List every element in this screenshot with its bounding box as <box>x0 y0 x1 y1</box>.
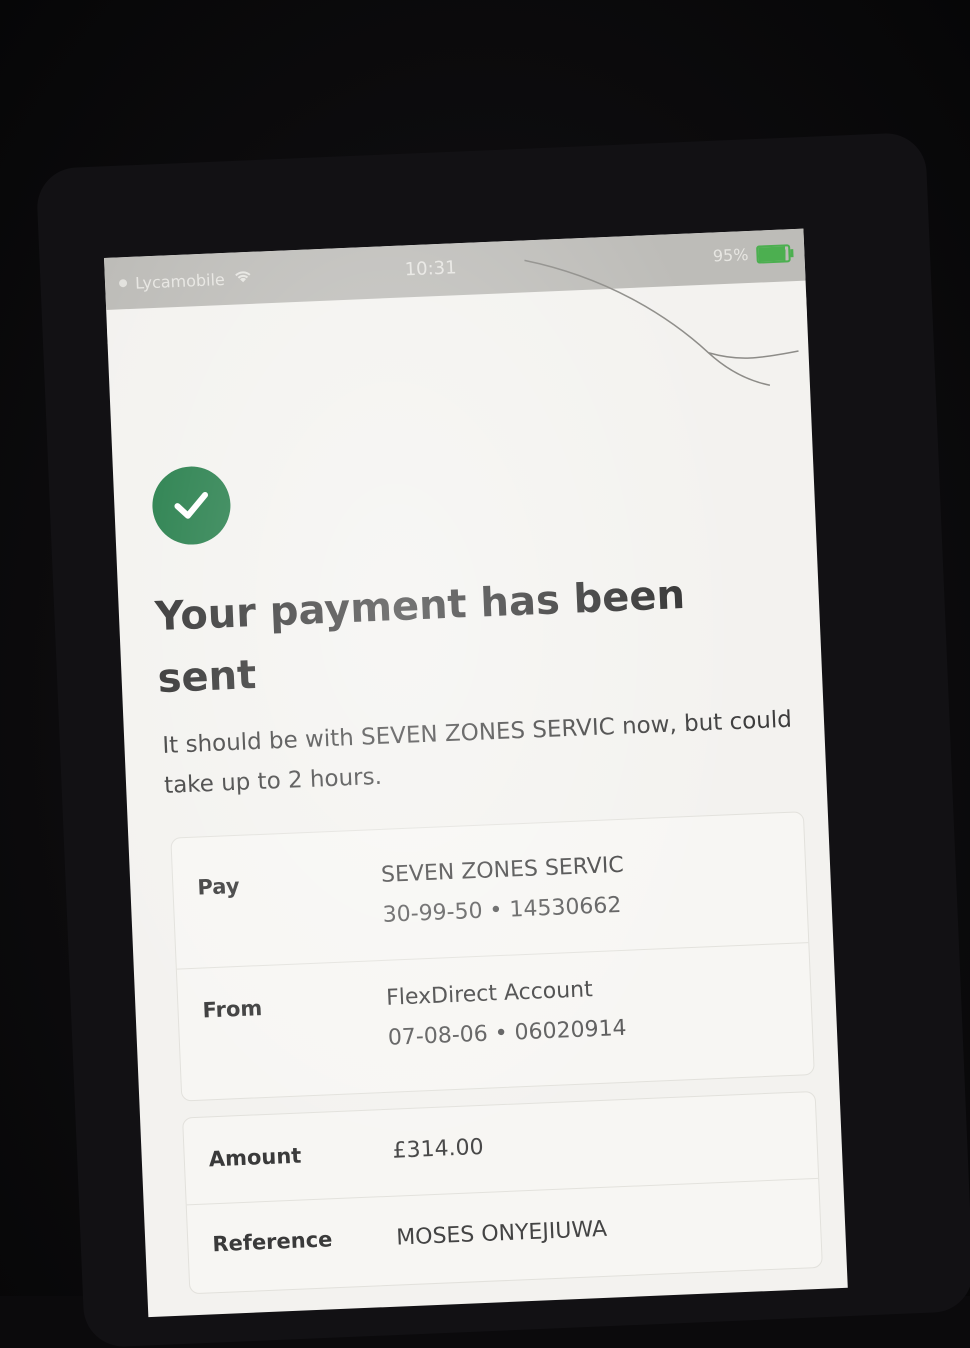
from-account-number: 07-08-06 • 06020914 <box>387 1015 628 1051</box>
amount-value: £314.00 <box>392 1134 485 1164</box>
status-time: 10:31 <box>404 257 458 281</box>
payee-details-card: Pay SEVEN ZONES SERVIC 30-99-50 • 145306… <box>170 811 815 1102</box>
status-carrier: Lycamobile <box>118 268 254 294</box>
from-label: From <box>202 996 263 1023</box>
signal-icon <box>118 279 128 288</box>
pay-label: Pay <box>196 873 240 900</box>
carrier-name: Lycamobile <box>134 269 226 293</box>
wifi-icon <box>232 268 253 289</box>
page-title: Your payment has been sent <box>154 571 686 703</box>
payment-summary-card: Amount £314.00 Reference MOSES ONYEJIUWA <box>182 1090 823 1295</box>
status-battery: 95% <box>712 243 791 266</box>
amount-label: Amount <box>208 1143 302 1172</box>
reference-label: Reference <box>211 1227 333 1257</box>
success-check-icon <box>150 464 233 547</box>
reference-value: MOSES ONYEJIUWA <box>395 1216 608 1251</box>
confirmation-message: It should be with SEVEN ZONES SERVIC now… <box>161 706 793 799</box>
battery-percent: 95% <box>712 245 749 266</box>
from-value: FlexDirect Account 07-08-06 • 06020914 <box>385 969 627 1059</box>
pay-value: SEVEN ZONES SERVIC 30-99-50 • 14530662 <box>380 846 626 936</box>
battery-icon <box>756 243 791 264</box>
from-row: From FlexDirect Account 07-08-06 • 06020… <box>176 942 814 1102</box>
phone-screen: Lycamobile 10:31 95% Your payment has be… <box>104 228 848 1318</box>
